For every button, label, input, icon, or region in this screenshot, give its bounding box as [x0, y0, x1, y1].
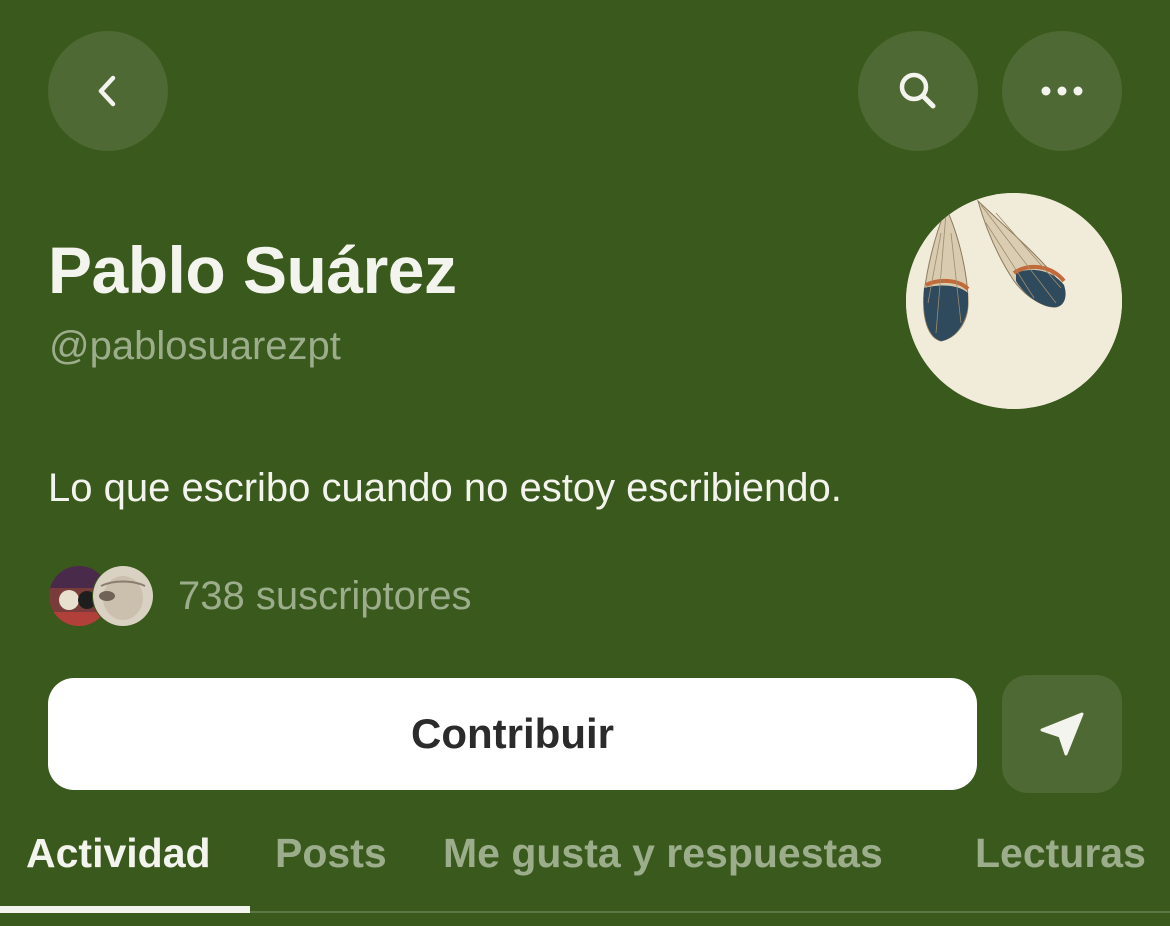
tab-posts[interactable]: Posts [275, 830, 387, 877]
tab-lecturas[interactable]: Lecturas [975, 830, 1146, 877]
tab-actividad[interactable]: Actividad [26, 830, 211, 877]
profile-handle: @pablosuarezpt [49, 324, 341, 368]
send-icon [1040, 712, 1084, 756]
more-options-button[interactable] [1002, 31, 1122, 151]
dragonfly-wings-image [906, 193, 1122, 409]
profile-bio: Lo que escribo cuando no estoy escribien… [48, 466, 842, 510]
more-horizontal-icon [1041, 86, 1083, 96]
search-icon [899, 72, 936, 109]
active-tab-indicator [0, 906, 250, 913]
subscriber-avatar [92, 565, 154, 627]
profile-name: Pablo Suárez [48, 233, 457, 307]
share-button[interactable] [1002, 675, 1122, 793]
profile-avatar[interactable] [906, 193, 1122, 409]
profile-tabs: Actividad Posts Me gusta y respuestas Le… [0, 820, 1170, 914]
subscriber-avatars [48, 565, 158, 627]
back-button[interactable] [48, 31, 168, 151]
contribute-button[interactable]: Contribuir [48, 678, 977, 790]
chevron-left-icon [98, 75, 116, 107]
tab-likes-replies[interactable]: Me gusta y respuestas [443, 830, 883, 877]
search-button[interactable] [858, 31, 978, 151]
subscriber-count[interactable]: 738 suscriptores [178, 574, 471, 619]
